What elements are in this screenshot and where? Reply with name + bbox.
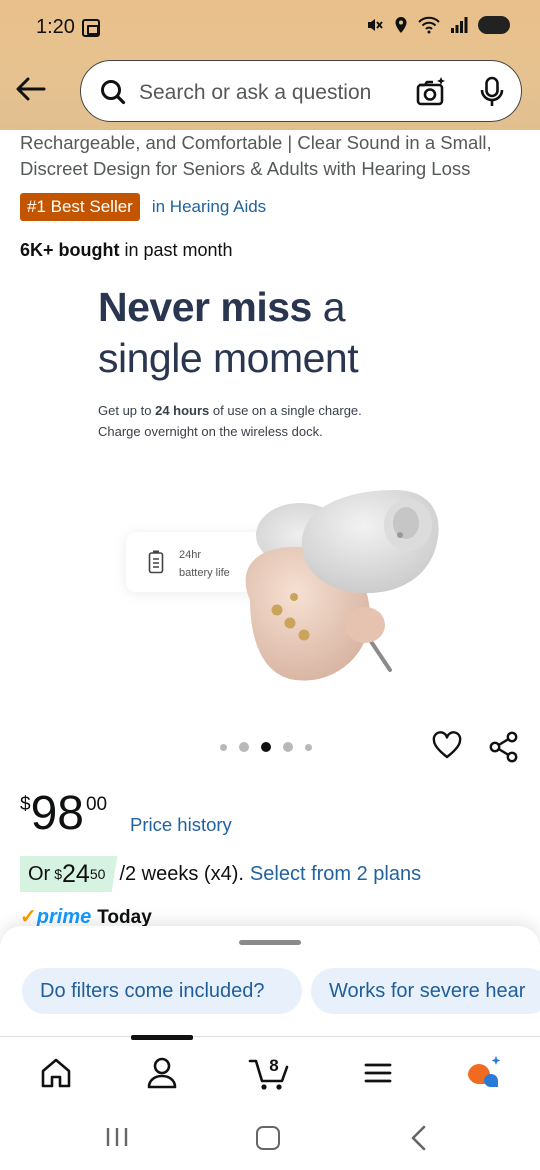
- cart-icon[interactable]: 8: [248, 1053, 292, 1093]
- status-icons: [366, 16, 510, 34]
- installment-row: Or $24 50 /2 weeks (x4). Select from 2 pl…: [20, 856, 421, 892]
- account-icon[interactable]: [142, 1053, 182, 1093]
- wifi-icon: [418, 16, 440, 34]
- suggestion-chip[interactable]: Do filters come included?: [22, 968, 302, 1014]
- system-nav-bar: [0, 1106, 540, 1170]
- installment-terms: /2 weeks (x4).: [119, 862, 244, 885]
- installment-currency: $: [54, 866, 63, 882]
- price: $ 98 00: [20, 788, 107, 840]
- mute-icon: [368, 19, 383, 31]
- price-whole: 98: [30, 787, 84, 840]
- recent-apps-icon[interactable]: [104, 1126, 130, 1148]
- screenshot-icon: [82, 19, 100, 37]
- installment-whole: 24: [62, 859, 90, 888]
- share-icon[interactable]: [488, 731, 520, 763]
- hero-subtext: Get up to 24 hours of use on a single ch…: [98, 400, 362, 442]
- hearing-aid-image: [245, 490, 439, 681]
- best-seller-category-link[interactable]: in Hearing Aids: [152, 197, 266, 217]
- carousel-dot-active[interactable]: [261, 742, 271, 752]
- system-home-icon[interactable]: [256, 1126, 280, 1150]
- bottom-nav: 8: [0, 1035, 540, 1106]
- carousel-dot[interactable]: [220, 743, 227, 751]
- bought-count-text: in past month: [119, 240, 233, 260]
- product-title[interactable]: Rechargeable, and Comfortable | Clear So…: [20, 112, 520, 182]
- signal-icon: [451, 17, 468, 33]
- hero-sub-bold: 24 hours: [155, 403, 210, 418]
- menu-icon[interactable]: [358, 1053, 398, 1093]
- installment-fraction: 50: [89, 866, 106, 882]
- system-back-icon[interactable]: [408, 1124, 428, 1152]
- carousel-dot[interactable]: [305, 743, 312, 751]
- heart-icon[interactable]: [432, 731, 462, 761]
- select-plans-link[interactable]: Select from 2 plans: [250, 863, 421, 886]
- battery-chip-line1: 24hr: [179, 549, 202, 561]
- hero-headline-line2: single moment: [98, 335, 359, 381]
- hero-sub-line2: Charge overnight on the wireless dock.: [98, 424, 323, 439]
- installment-prefix: Or: [28, 862, 51, 885]
- cart-count: 8: [269, 1056, 278, 1075]
- sheet-grabber[interactable]: [239, 940, 301, 945]
- hero-sub-post: of use on a single charge.: [209, 403, 362, 418]
- price-currency: $: [20, 794, 31, 815]
- carousel-dot[interactable]: [239, 742, 249, 752]
- bought-count: 6K+ bought in past month: [20, 240, 233, 261]
- carousel-dots: [220, 742, 312, 752]
- hero-headline: Never miss a single moment: [98, 282, 359, 384]
- app-screen: 1:20 Rechargeable: [0, 0, 540, 1170]
- bought-count-number: 6K+ bought: [20, 240, 120, 260]
- search-input[interactable]: [139, 79, 409, 107]
- product-image[interactable]: Never miss a single moment Get up to 24 …: [0, 270, 540, 730]
- product-title-line: Rechargeable, and Comfortable | Clear So…: [20, 132, 492, 153]
- home-icon[interactable]: [36, 1053, 76, 1093]
- suggestion-chip[interactable]: Works for severe hear: [311, 968, 540, 1014]
- battery-icon: [478, 16, 510, 34]
- hero-headline-bold: Never miss: [98, 284, 312, 330]
- rufus-assistant-icon[interactable]: [464, 1053, 504, 1093]
- hero-headline-rest: a: [311, 284, 346, 330]
- battery-icon: [148, 550, 164, 574]
- status-time: 1:20: [36, 16, 75, 38]
- microphone-icon[interactable]: [479, 76, 505, 108]
- status-bar: 1:20: [0, 0, 540, 56]
- suggestions-sheet: Do filters come included? Works for seve…: [0, 926, 540, 1038]
- search-icon: [101, 80, 126, 105]
- price-history-link[interactable]: Price history: [130, 814, 232, 836]
- back-arrow-icon[interactable]: [14, 72, 48, 106]
- installment-price-pill: Or $24 50: [20, 856, 118, 892]
- nav-active-indicator: [131, 1035, 193, 1040]
- camera-lens-icon[interactable]: [415, 76, 447, 108]
- carousel-dot[interactable]: [283, 742, 293, 752]
- location-icon: [395, 17, 407, 33]
- hero-sub-pre: Get up to: [98, 403, 156, 418]
- best-seller-badge[interactable]: #1 Best Seller: [20, 193, 140, 221]
- best-seller-row[interactable]: #1 Best Seller in Hearing Aids: [20, 193, 266, 221]
- price-fraction: 00: [85, 794, 108, 815]
- product-title-line: Discreet Design for Seniors & Adults wit…: [20, 158, 471, 179]
